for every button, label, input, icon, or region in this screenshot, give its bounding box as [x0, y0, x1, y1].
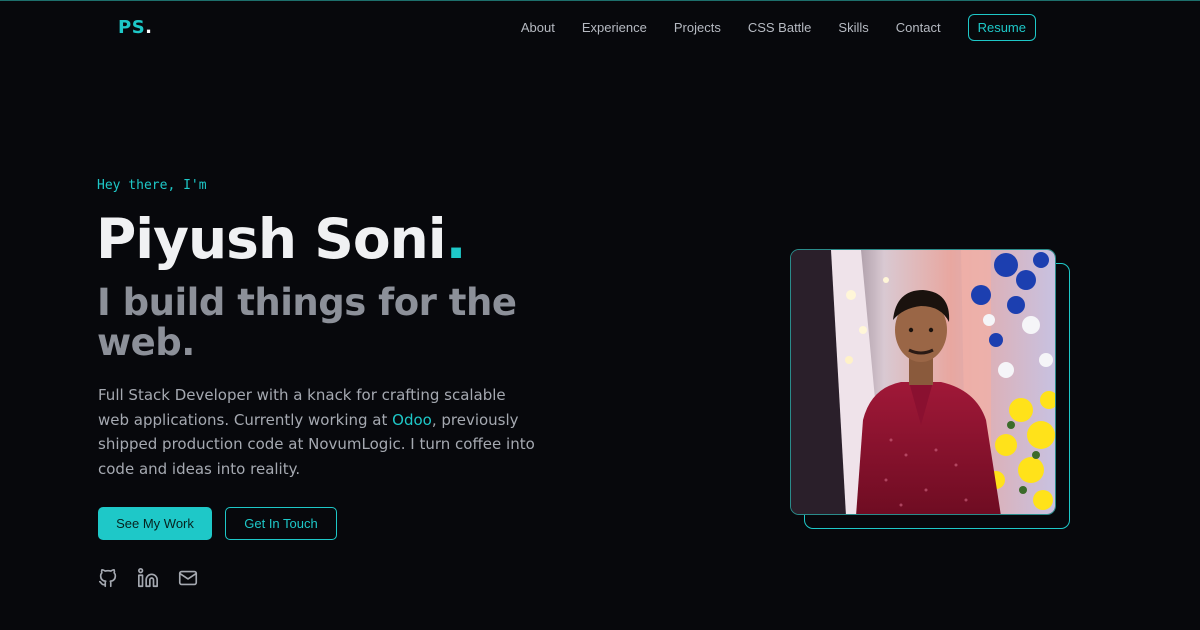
- social-links: [97, 567, 199, 589]
- site-logo[interactable]: PS.: [118, 17, 153, 38]
- main-nav: About Experience Projects CSS Battle Ski…: [521, 14, 1036, 41]
- logo-dot: .: [145, 17, 153, 38]
- hero-name: Piyush Soni.: [96, 204, 467, 274]
- nav-link-projects[interactable]: Projects: [674, 20, 721, 35]
- nav-link-about[interactable]: About: [521, 20, 555, 35]
- see-my-work-button[interactable]: See My Work: [98, 507, 212, 540]
- nav-link-contact[interactable]: Contact: [896, 20, 941, 35]
- resume-button[interactable]: Resume: [967, 14, 1036, 41]
- hero-bio: Full Stack Developer with a knack for cr…: [98, 383, 538, 481]
- nav-link-css-battle[interactable]: CSS Battle: [748, 20, 812, 35]
- bio-link-odoo[interactable]: Odoo: [392, 411, 432, 429]
- top-border-line: [0, 0, 1200, 1]
- hero-tagline: I build things for the web.: [97, 281, 517, 364]
- hero-greeting: Hey there, I'm: [97, 178, 207, 193]
- mail-icon[interactable]: [177, 567, 199, 589]
- github-icon[interactable]: [97, 567, 119, 589]
- hero-name-dot: .: [445, 207, 467, 271]
- hero-name-text: Piyush Soni: [96, 207, 447, 271]
- nav-link-experience[interactable]: Experience: [582, 20, 647, 35]
- profile-photo: [790, 249, 1056, 515]
- get-in-touch-button[interactable]: Get In Touch: [225, 507, 337, 540]
- nav-link-skills[interactable]: Skills: [838, 20, 868, 35]
- logo-text: PS: [118, 17, 146, 38]
- linkedin-icon[interactable]: [137, 567, 159, 589]
